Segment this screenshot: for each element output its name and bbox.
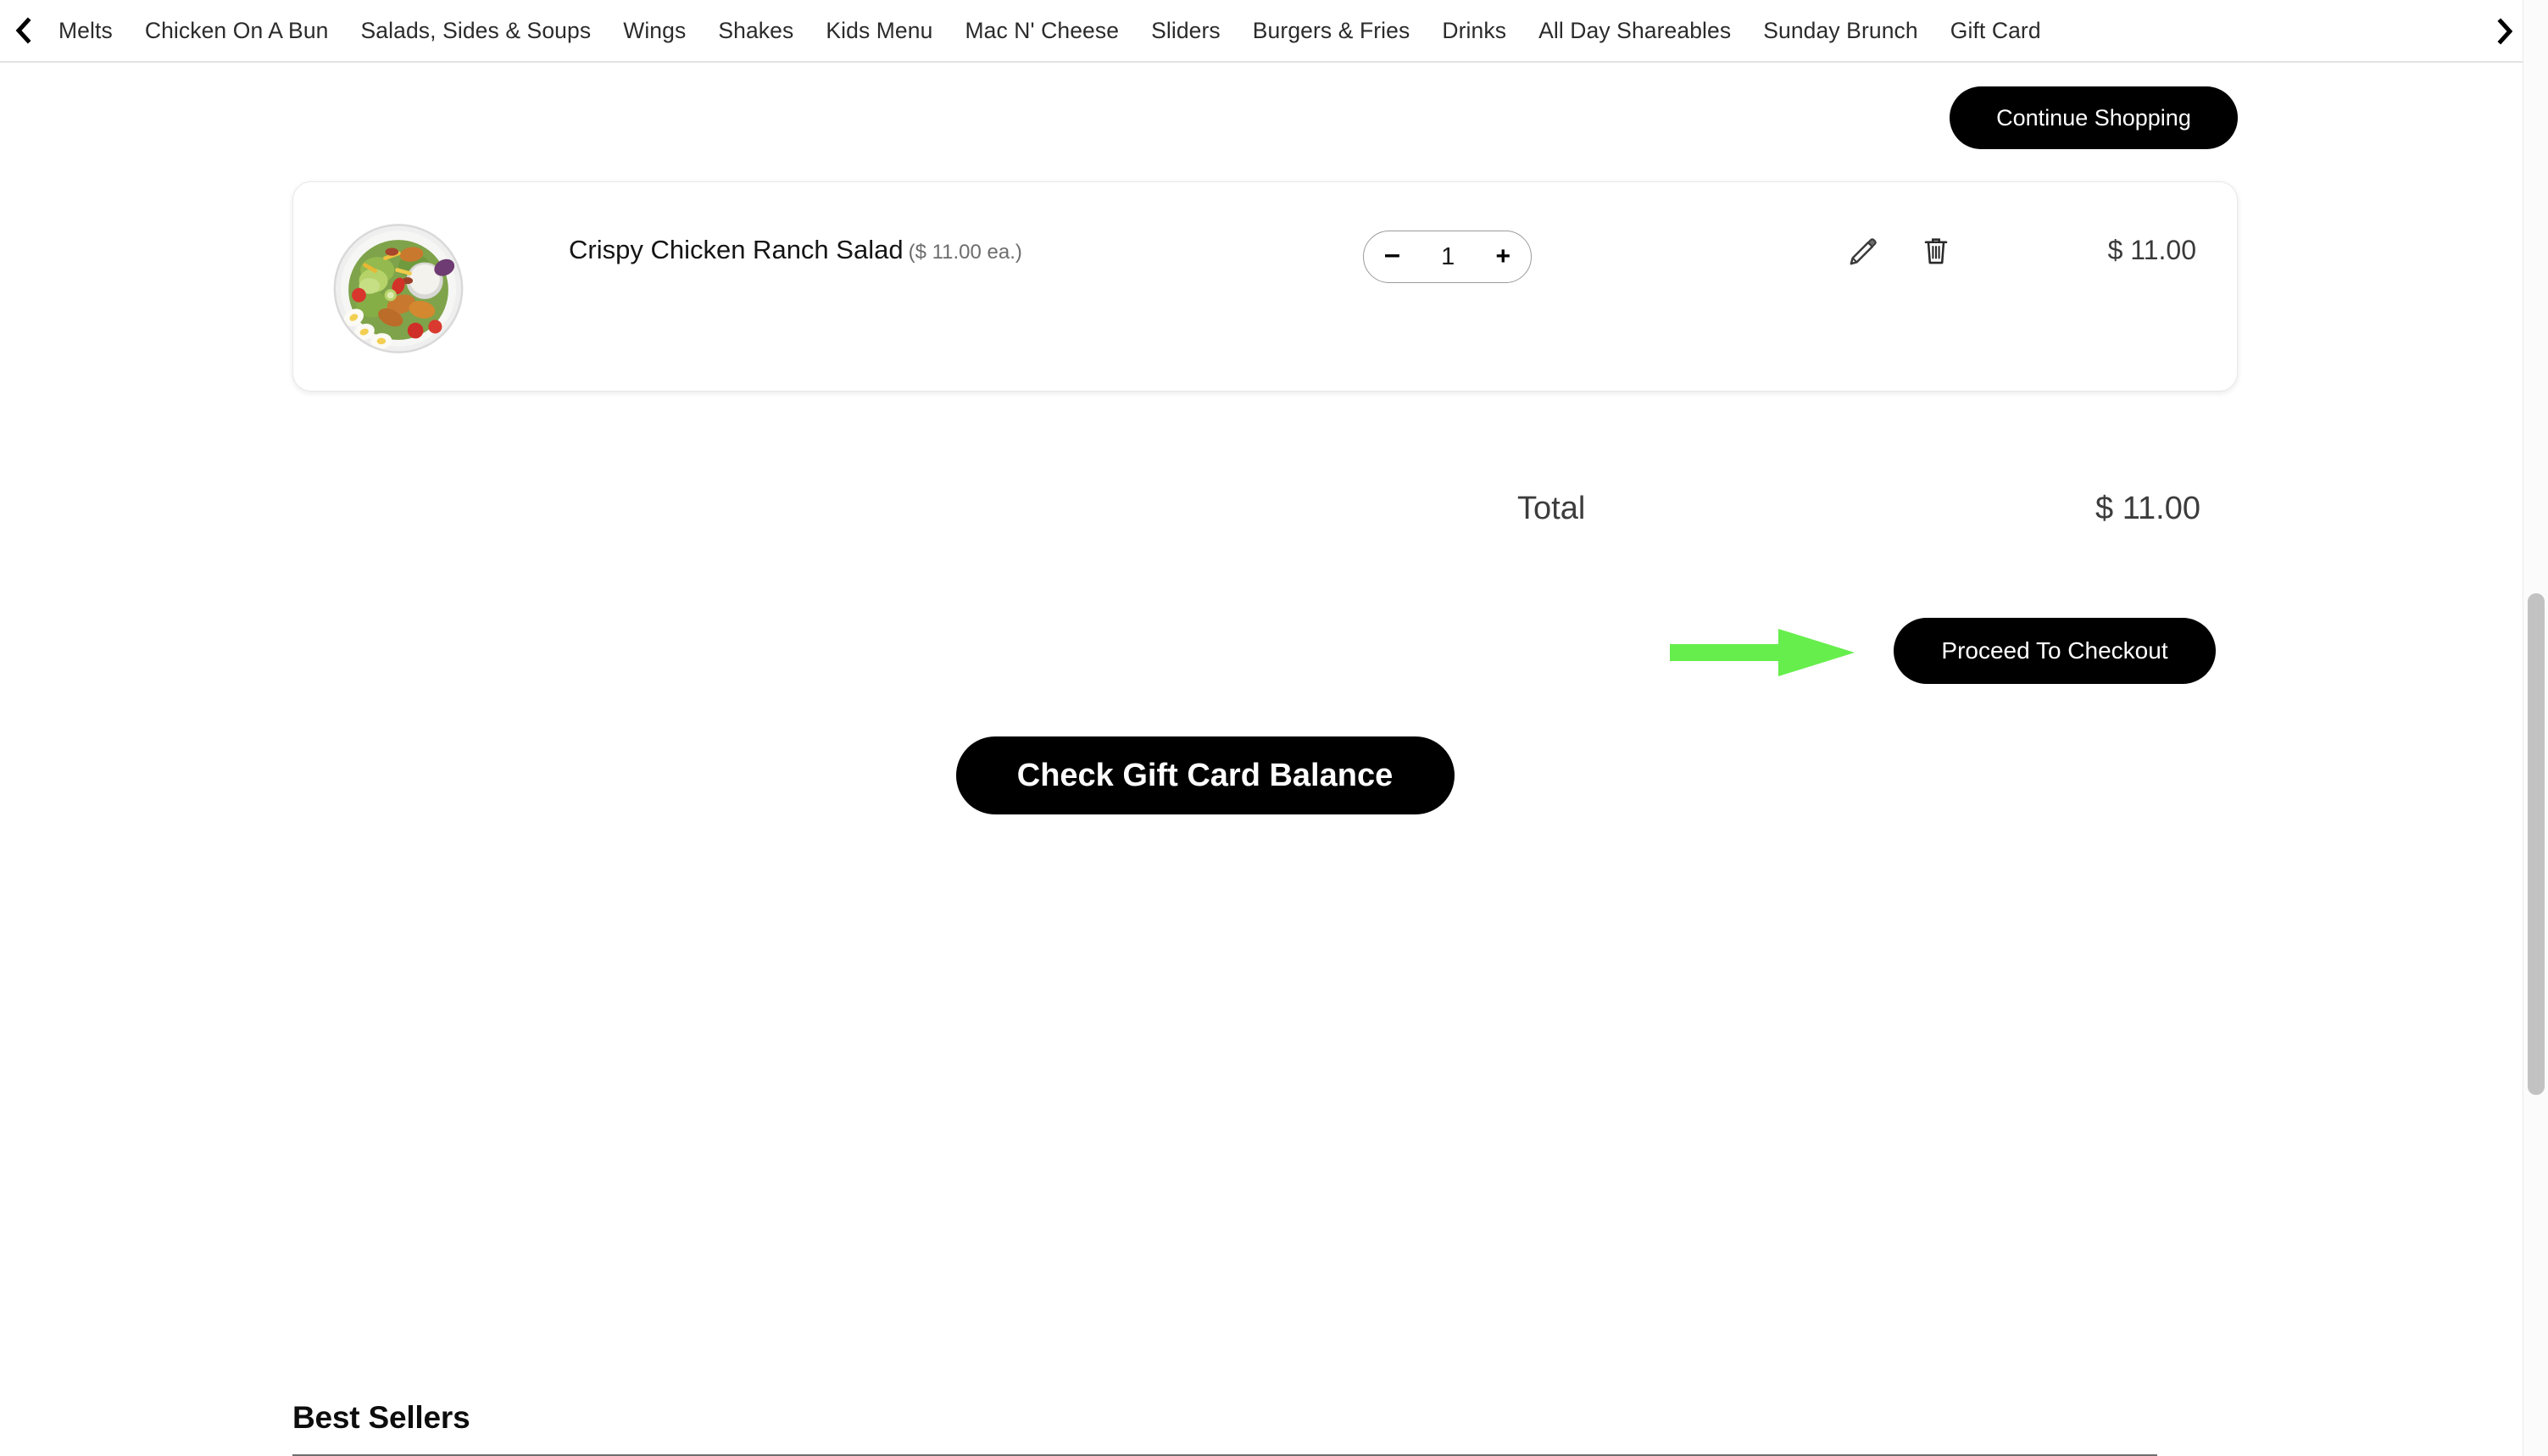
continue-shopping-button[interactable]: Continue Shopping bbox=[1950, 86, 2238, 149]
cart-section: Continue Shopping Crispy Chicken Ranch S… bbox=[292, 63, 2238, 392]
cart-item-name: Crispy Chicken Ranch Salad bbox=[569, 235, 904, 264]
cart-total-row: Total $ 11.00 bbox=[292, 491, 2238, 536]
best-sellers-section: Best Sellers Page 0 of 8 bbox=[292, 1400, 2157, 1456]
category-nav-items: Melts Chicken On A Bun Salads, Sides & S… bbox=[42, 0, 2534, 62]
proceed-to-checkout-button[interactable]: Proceed To Checkout bbox=[1894, 618, 2216, 684]
nav-item-chicken-on-a-bun[interactable]: Chicken On A Bun bbox=[129, 0, 345, 62]
cart-item-thumbnail bbox=[330, 223, 467, 354]
cart-item-line-total: $ 11.00 bbox=[2107, 235, 2196, 265]
quantity-decrement-button[interactable]: – bbox=[1384, 240, 1400, 269]
nav-item-salads-sides-soups[interactable]: Salads, Sides & Soups bbox=[345, 0, 608, 62]
nav-item-all-day-shareables[interactable]: All Day Shareables bbox=[1522, 0, 1747, 62]
annotation-arrow-icon bbox=[1670, 629, 1855, 676]
cart-item-unit-price: ($ 11.00 ea.) bbox=[908, 241, 1022, 264]
checkout-row: Proceed To Checkout bbox=[292, 618, 2238, 694]
cart-item-name-row: Crispy Chicken Ranch Salad ($ 11.00 ea.) bbox=[569, 235, 1022, 265]
cart-page: Melts Chicken On A Bun Salads, Sides & S… bbox=[0, 0, 2548, 1456]
nav-item-melts[interactable]: Melts bbox=[42, 0, 129, 62]
chevron-left-icon[interactable] bbox=[5, 0, 42, 62]
gift-card-row: Check Gift Card Balance bbox=[292, 736, 2238, 814]
quantity-stepper[interactable]: – 1 + bbox=[1363, 231, 1532, 283]
nav-item-mac-n-cheese[interactable]: Mac N' Cheese bbox=[949, 0, 1135, 62]
nav-item-gift-card[interactable]: Gift Card bbox=[1934, 0, 2057, 62]
page-scrollbar-thumb[interactable] bbox=[2528, 593, 2545, 1095]
quantity-increment-button[interactable]: + bbox=[1495, 244, 1510, 270]
best-sellers-title: Best Sellers bbox=[292, 1400, 470, 1435]
trash-icon[interactable] bbox=[1921, 235, 1958, 275]
cart-item-card: Crispy Chicken Ranch Salad ($ 11.00 ea.) … bbox=[292, 181, 2238, 392]
nav-item-wings[interactable]: Wings bbox=[607, 0, 702, 62]
category-nav: Melts Chicken On A Bun Salads, Sides & S… bbox=[0, 0, 2534, 63]
quantity-value: 1 bbox=[1441, 242, 1455, 270]
nav-item-burgers-fries[interactable]: Burgers & Fries bbox=[1237, 0, 1427, 62]
pencil-icon[interactable] bbox=[1846, 235, 1883, 275]
check-gift-card-balance-button[interactable]: Check Gift Card Balance bbox=[955, 736, 1455, 814]
nav-item-sliders[interactable]: Sliders bbox=[1135, 0, 1237, 62]
nav-item-sunday-brunch[interactable]: Sunday Brunch bbox=[1747, 0, 1934, 62]
cart-total-label: Total bbox=[1517, 491, 1586, 526]
nav-item-shakes[interactable]: Shakes bbox=[702, 0, 809, 62]
chevron-right-icon[interactable] bbox=[2485, 0, 2523, 63]
continue-shopping-row: Continue Shopping bbox=[292, 63, 2238, 149]
cart-content: Continue Shopping Crispy Chicken Ranch S… bbox=[0, 63, 2534, 1456]
nav-item-kids-menu[interactable]: Kids Menu bbox=[809, 0, 949, 62]
page-scrollbar-track[interactable] bbox=[2523, 0, 2548, 1456]
cart-total-value: $ 11.00 bbox=[2095, 491, 2200, 526]
nav-item-drinks[interactable]: Drinks bbox=[1426, 0, 1522, 62]
